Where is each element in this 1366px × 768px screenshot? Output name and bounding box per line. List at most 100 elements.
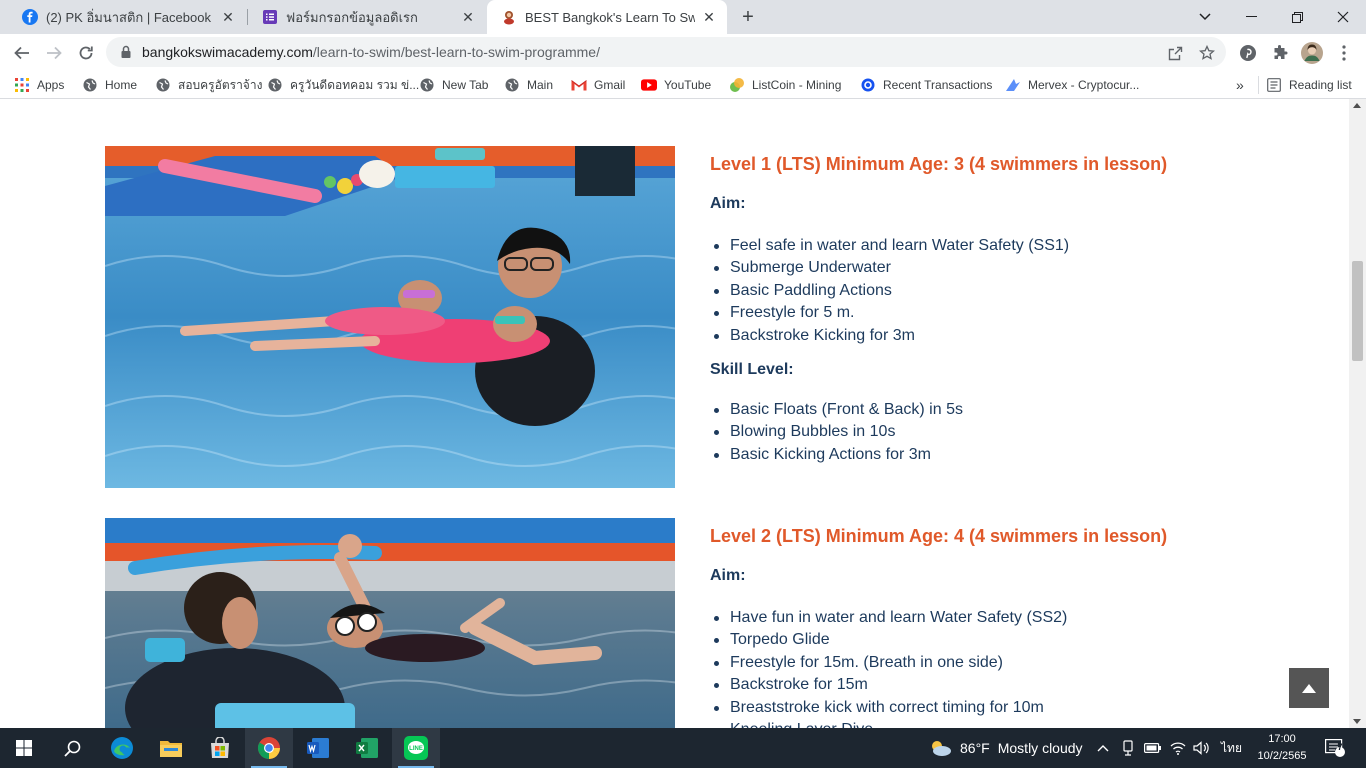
profile-avatar[interactable] (1298, 39, 1326, 67)
bookmarks-overflow-chevron-icon[interactable]: » (1236, 75, 1244, 95)
tab-close-icon[interactable]: ✕ (220, 9, 236, 25)
back-arrow-icon[interactable] (8, 39, 36, 67)
level-1-title: Level 1 (LTS) Minimum Age: 3 (4 swimmers… (710, 154, 1168, 174)
pinterest-extension-icon[interactable] (1234, 39, 1262, 67)
bookmark-new-tab[interactable]: New Tab (419, 75, 488, 95)
tab-swim-academy[interactable]: BEST Bangkok's Learn To Swim Pr ✕ (487, 0, 727, 34)
level-1-skill-heading: Skill Level: (710, 361, 794, 379)
list-item: Submerge Underwater (714, 257, 1310, 279)
kebab-menu-icon[interactable] (1330, 39, 1358, 67)
list-item: Basic Paddling Actions (714, 280, 1310, 302)
globe-icon (267, 77, 283, 93)
network-status-icon[interactable] (1121, 728, 1135, 768)
tab-title: BEST Bangkok's Learn To Swim Pr (525, 9, 695, 25)
microsoft-store-icon[interactable] (196, 728, 244, 768)
globe-icon (155, 77, 171, 93)
reading-list-button[interactable]: Reading list (1266, 75, 1352, 95)
globe-icon (82, 77, 98, 93)
bookmark-label: สอบครูอัตราจ้าง (178, 77, 263, 92)
bookmark-youtube[interactable]: YouTube (641, 75, 711, 95)
bookmark-label: YouTube (664, 78, 712, 92)
line-app-icon[interactable]: LINE (392, 728, 440, 768)
weather-widget[interactable]: 86°F Mostly cloudy (928, 728, 1083, 768)
apps-grid-icon (14, 77, 30, 93)
bookmark-recent-transactions[interactable]: Recent Transactions (860, 75, 992, 95)
windows-taskbar: LINE 86°F Mostly cloudy ไทย 17:00 10/2/2… (0, 728, 1366, 768)
close-window-button[interactable] (1320, 0, 1366, 34)
level-2-section: Level 2 (LTS) Minimum Age: 4 (4 swimmers… (710, 518, 1310, 728)
list-item: Blowing Bubbles in 10s (714, 421, 1310, 443)
level-1-photo (105, 146, 675, 488)
minimize-button[interactable] (1228, 0, 1274, 34)
tab-facebook[interactable]: (2) PK อิ่มนาสติก | Facebook ✕ (8, 0, 246, 34)
bookmark-kruwandee[interactable]: ครูวันดีดอทคอม รวม ข่... (267, 75, 419, 95)
bookmark-label: Apps (37, 78, 65, 92)
bookmark-gmail[interactable]: Gmail (571, 75, 625, 95)
list-item: Basic Floats (Front & Back) in 5s (714, 399, 1310, 421)
bookmark-label: Recent Transactions (883, 78, 993, 92)
bookmark-teacher-exam[interactable]: สอบครูอัตราจ้าง (155, 75, 262, 95)
bookmark-mervex[interactable]: Mervex - Cryptocur... (1005, 75, 1139, 95)
list-item: Basic Kicking Actions for 3m (714, 444, 1310, 466)
list-item: Breaststroke kick with correct timing fo… (714, 697, 1310, 719)
bookmark-label: Main (527, 78, 554, 92)
url-text[interactable]: bangkokswimacademy.com/learn-to-swim/bes… (142, 44, 600, 60)
wifi-icon[interactable] (1170, 728, 1186, 768)
lock-icon[interactable] (118, 44, 134, 60)
share-icon[interactable] (1164, 42, 1186, 64)
browser-toolbar: bangkokswimacademy.com/learn-to-swim/bes… (0, 34, 1366, 71)
site-favicon (501, 9, 517, 25)
scroll-down-arrow-icon[interactable] (1353, 719, 1361, 724)
bookmark-listcoin[interactable]: ListCoin - Mining (729, 75, 841, 95)
forward-arrow-icon[interactable] (40, 39, 68, 67)
level-2-photo (105, 518, 675, 728)
level-2-aim-list: Have fun in water and learn Water Safety… (710, 607, 1310, 728)
partly-cloudy-icon (932, 741, 951, 756)
word-icon[interactable] (294, 728, 342, 768)
gmail-icon (571, 77, 587, 93)
new-tab-button[interactable]: + (736, 5, 760, 29)
input-language-indicator[interactable]: ไทย (1221, 728, 1242, 768)
url-domain: bangkokswimacademy.com (142, 44, 313, 60)
file-explorer-icon[interactable] (147, 728, 195, 768)
taskbar-clock[interactable]: 17:00 10/2/2565 (1252, 731, 1312, 765)
page-scrollbar[interactable] (1349, 99, 1366, 728)
notification-center-icon[interactable]: 7 (1325, 728, 1345, 768)
bookmark-label: Home (105, 78, 138, 92)
bookmark-star-icon[interactable] (1196, 42, 1218, 64)
globe-icon (419, 77, 435, 93)
facebook-icon (22, 9, 38, 25)
bookmark-main[interactable]: Main (504, 75, 553, 95)
volume-icon[interactable] (1193, 728, 1209, 768)
excel-icon[interactable] (343, 728, 391, 768)
bookmark-label: New Tab (442, 78, 489, 92)
battery-icon[interactable] (1144, 728, 1162, 768)
list-item: Backstroke for 15m (714, 674, 1310, 696)
reload-icon[interactable] (72, 39, 100, 67)
address-bar[interactable]: bangkokswimacademy.com/learn-to-swim/bes… (106, 37, 1226, 67)
tab-close-icon[interactable]: ✕ (701, 9, 717, 25)
bookmark-apps[interactable]: Apps (14, 75, 64, 95)
level-1-aim-heading: Aim: (710, 195, 746, 212)
edge-icon[interactable] (98, 728, 146, 768)
level-2-aim-heading: Aim: (710, 567, 746, 584)
list-item: Have fun in water and learn Water Safety… (714, 607, 1310, 629)
extensions-puzzle-icon[interactable] (1266, 39, 1294, 67)
tab-forms[interactable]: ฟอร์มกรอกข้อมูลอดิเรก ✕ (248, 0, 486, 34)
scroll-thumb[interactable] (1352, 261, 1363, 361)
chrome-icon[interactable] (245, 728, 293, 768)
bookmarks-bar: Apps Home สอบครูอัตราจ้าง ครูวันดีดอทคอม… (0, 71, 1366, 99)
level-1-section: Level 1 (LTS) Minimum Age: 3 (4 swimmers… (710, 146, 1310, 466)
bookmark-home[interactable]: Home (82, 75, 137, 95)
restore-button[interactable] (1274, 0, 1320, 34)
scroll-up-arrow-icon[interactable] (1353, 103, 1361, 108)
tab-search-chevron-icon[interactable] (1182, 0, 1228, 34)
show-hidden-icons-chevron-icon[interactable] (1097, 728, 1109, 768)
back-to-top-button[interactable] (1289, 668, 1329, 708)
list-item: Freestyle for 5 m. (714, 302, 1310, 324)
list-item: Feel safe in water and learn Water Safet… (714, 235, 1310, 257)
taskbar-search-icon[interactable] (48, 728, 96, 768)
chevron-up-icon (1302, 683, 1316, 693)
start-button[interactable] (0, 728, 48, 768)
tab-close-icon[interactable]: ✕ (460, 9, 476, 25)
